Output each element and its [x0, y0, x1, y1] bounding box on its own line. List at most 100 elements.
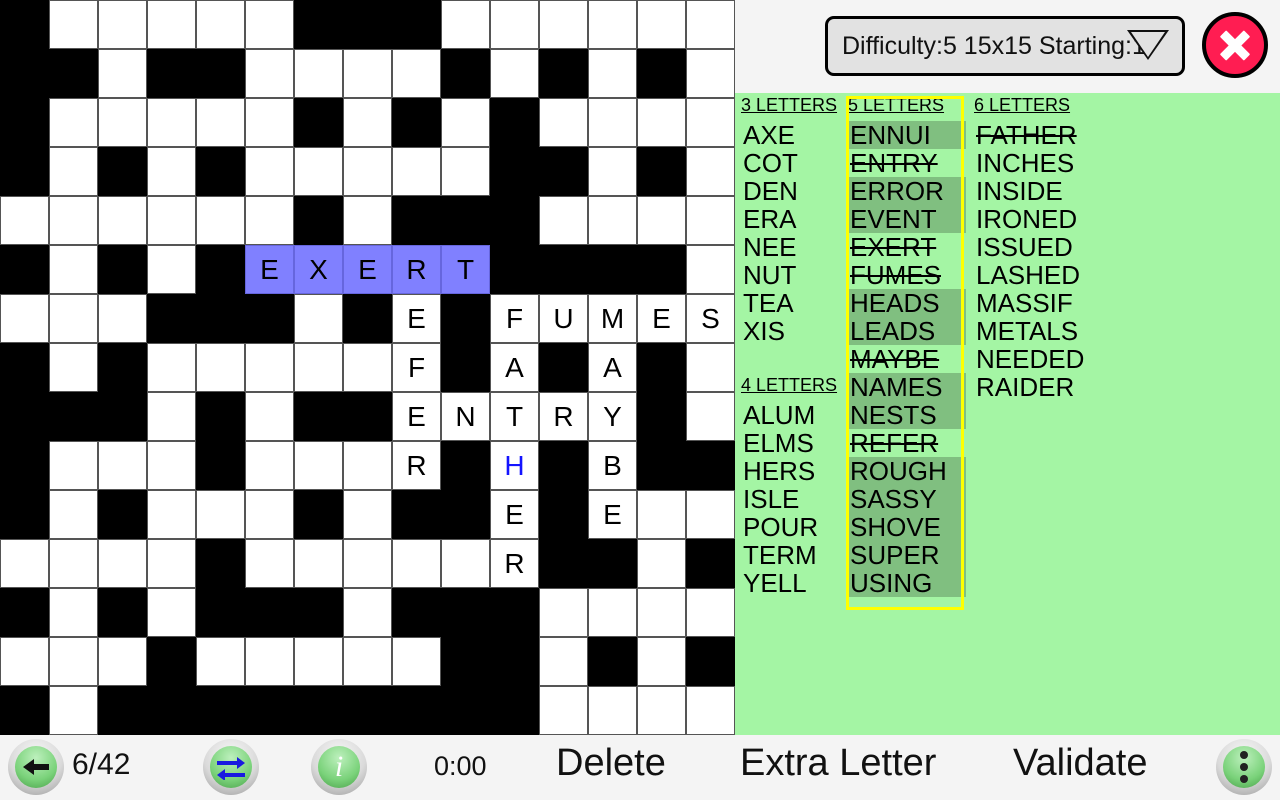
- grid-cell[interactable]: M: [588, 294, 637, 343]
- grid-cell[interactable]: [637, 686, 686, 735]
- grid-cell[interactable]: F: [392, 343, 441, 392]
- grid-cell[interactable]: E: [245, 245, 294, 294]
- grid-cell[interactable]: [98, 49, 147, 98]
- grid-cell[interactable]: [343, 441, 392, 490]
- grid-cell[interactable]: [245, 343, 294, 392]
- word-list-item[interactable]: NEEDED: [974, 345, 1154, 373]
- grid-cell[interactable]: [294, 147, 343, 196]
- close-button[interactable]: [1202, 12, 1268, 78]
- grid-cell[interactable]: R: [490, 539, 539, 588]
- grid-cell[interactable]: [294, 441, 343, 490]
- grid-cell[interactable]: [49, 588, 98, 637]
- grid-cell[interactable]: A: [490, 343, 539, 392]
- grid-cell[interactable]: [392, 637, 441, 686]
- grid-cell[interactable]: [686, 49, 735, 98]
- grid-cell[interactable]: E: [343, 245, 392, 294]
- grid-cell[interactable]: H: [490, 441, 539, 490]
- grid-cell[interactable]: X: [294, 245, 343, 294]
- back-button[interactable]: [8, 739, 64, 795]
- grid-cell[interactable]: [196, 0, 245, 49]
- grid-cell[interactable]: [392, 539, 441, 588]
- grid-cell[interactable]: S: [686, 294, 735, 343]
- grid-cell[interactable]: T: [441, 245, 490, 294]
- grid-cell[interactable]: [245, 441, 294, 490]
- grid-cell[interactable]: [147, 539, 196, 588]
- grid-cell[interactable]: [0, 294, 49, 343]
- grid-cell[interactable]: [637, 196, 686, 245]
- grid-cell[interactable]: [147, 343, 196, 392]
- grid-cell[interactable]: [343, 343, 392, 392]
- grid-cell[interactable]: [49, 539, 98, 588]
- word-list-item[interactable]: TEA: [741, 289, 841, 317]
- grid-cell[interactable]: [147, 245, 196, 294]
- word-list-item[interactable]: NAMES: [848, 373, 966, 401]
- grid-cell[interactable]: [637, 0, 686, 49]
- grid-cell[interactable]: R: [539, 392, 588, 441]
- word-list-item[interactable]: MAYBE: [848, 345, 966, 373]
- word-list-item[interactable]: NUT: [741, 261, 841, 289]
- word-list-item[interactable]: ENTRY: [848, 149, 966, 177]
- grid-cell[interactable]: [441, 98, 490, 147]
- grid-cell[interactable]: [49, 196, 98, 245]
- grid-cell[interactable]: [343, 49, 392, 98]
- grid-cell[interactable]: [539, 637, 588, 686]
- grid-cell[interactable]: [343, 539, 392, 588]
- grid-cell[interactable]: [98, 0, 147, 49]
- grid-cell[interactable]: [490, 49, 539, 98]
- grid-cell[interactable]: [686, 392, 735, 441]
- grid-cell[interactable]: [245, 0, 294, 49]
- grid-cell[interactable]: [588, 686, 637, 735]
- grid-cell[interactable]: [539, 686, 588, 735]
- word-list-item[interactable]: AXE: [741, 121, 841, 149]
- grid-cell[interactable]: [441, 147, 490, 196]
- word-list-item[interactable]: ERA: [741, 205, 841, 233]
- validate-button[interactable]: Validate: [1013, 742, 1148, 785]
- grid-cell[interactable]: E: [588, 490, 637, 539]
- word-list-item[interactable]: FUMES: [848, 261, 966, 289]
- word-list-item[interactable]: ALUM: [741, 401, 841, 429]
- grid-cell[interactable]: E: [392, 294, 441, 343]
- grid-cell[interactable]: [539, 0, 588, 49]
- delete-button[interactable]: Delete: [556, 742, 666, 785]
- grid-cell[interactable]: Y: [588, 392, 637, 441]
- grid-cell[interactable]: [49, 637, 98, 686]
- word-list-item[interactable]: COT: [741, 149, 841, 177]
- grid-cell[interactable]: [294, 539, 343, 588]
- grid-cell[interactable]: [294, 343, 343, 392]
- word-list-item[interactable]: ISLE: [741, 485, 841, 513]
- grid-cell[interactable]: [49, 490, 98, 539]
- word-list-item[interactable]: DEN: [741, 177, 841, 205]
- grid-cell[interactable]: [0, 539, 49, 588]
- word-list-item[interactable]: SHOVE: [848, 513, 966, 541]
- word-list-item[interactable]: ENNUI: [848, 121, 966, 149]
- word-list-item[interactable]: SUPER: [848, 541, 966, 569]
- grid-cell[interactable]: [686, 0, 735, 49]
- grid-cell[interactable]: [343, 147, 392, 196]
- word-list-item[interactable]: ROUGH: [848, 457, 966, 485]
- overflow-menu-button[interactable]: [1216, 739, 1272, 795]
- grid-cell[interactable]: [392, 147, 441, 196]
- grid-cell[interactable]: [147, 147, 196, 196]
- word-list-item[interactable]: LEADS: [848, 317, 966, 345]
- grid-cell[interactable]: [245, 490, 294, 539]
- grid-cell[interactable]: [588, 49, 637, 98]
- grid-cell[interactable]: [196, 98, 245, 147]
- grid-cell[interactable]: F: [490, 294, 539, 343]
- word-list-item[interactable]: HEADS: [848, 289, 966, 317]
- word-list-item[interactable]: POUR: [741, 513, 841, 541]
- word-list-item[interactable]: ERROR: [848, 177, 966, 205]
- word-list-item[interactable]: INCHES: [974, 149, 1154, 177]
- grid-cell[interactable]: [98, 196, 147, 245]
- grid-cell[interactable]: [196, 490, 245, 539]
- grid-cell[interactable]: [686, 588, 735, 637]
- extra-letter-button[interactable]: Extra Letter: [740, 742, 936, 785]
- word-list-item[interactable]: LASHED: [974, 261, 1154, 289]
- grid-cell[interactable]: [441, 539, 490, 588]
- word-list-item[interactable]: NESTS: [848, 401, 966, 429]
- grid-cell[interactable]: E: [490, 490, 539, 539]
- word-column-6-letters[interactable]: 6 LETTERS FATHER INCHES INSIDE IRONED ISSUED L…: [974, 93, 1154, 401]
- grid-cell[interactable]: [49, 294, 98, 343]
- grid-cell[interactable]: [686, 196, 735, 245]
- grid-cell[interactable]: T: [490, 392, 539, 441]
- grid-cell[interactable]: [147, 196, 196, 245]
